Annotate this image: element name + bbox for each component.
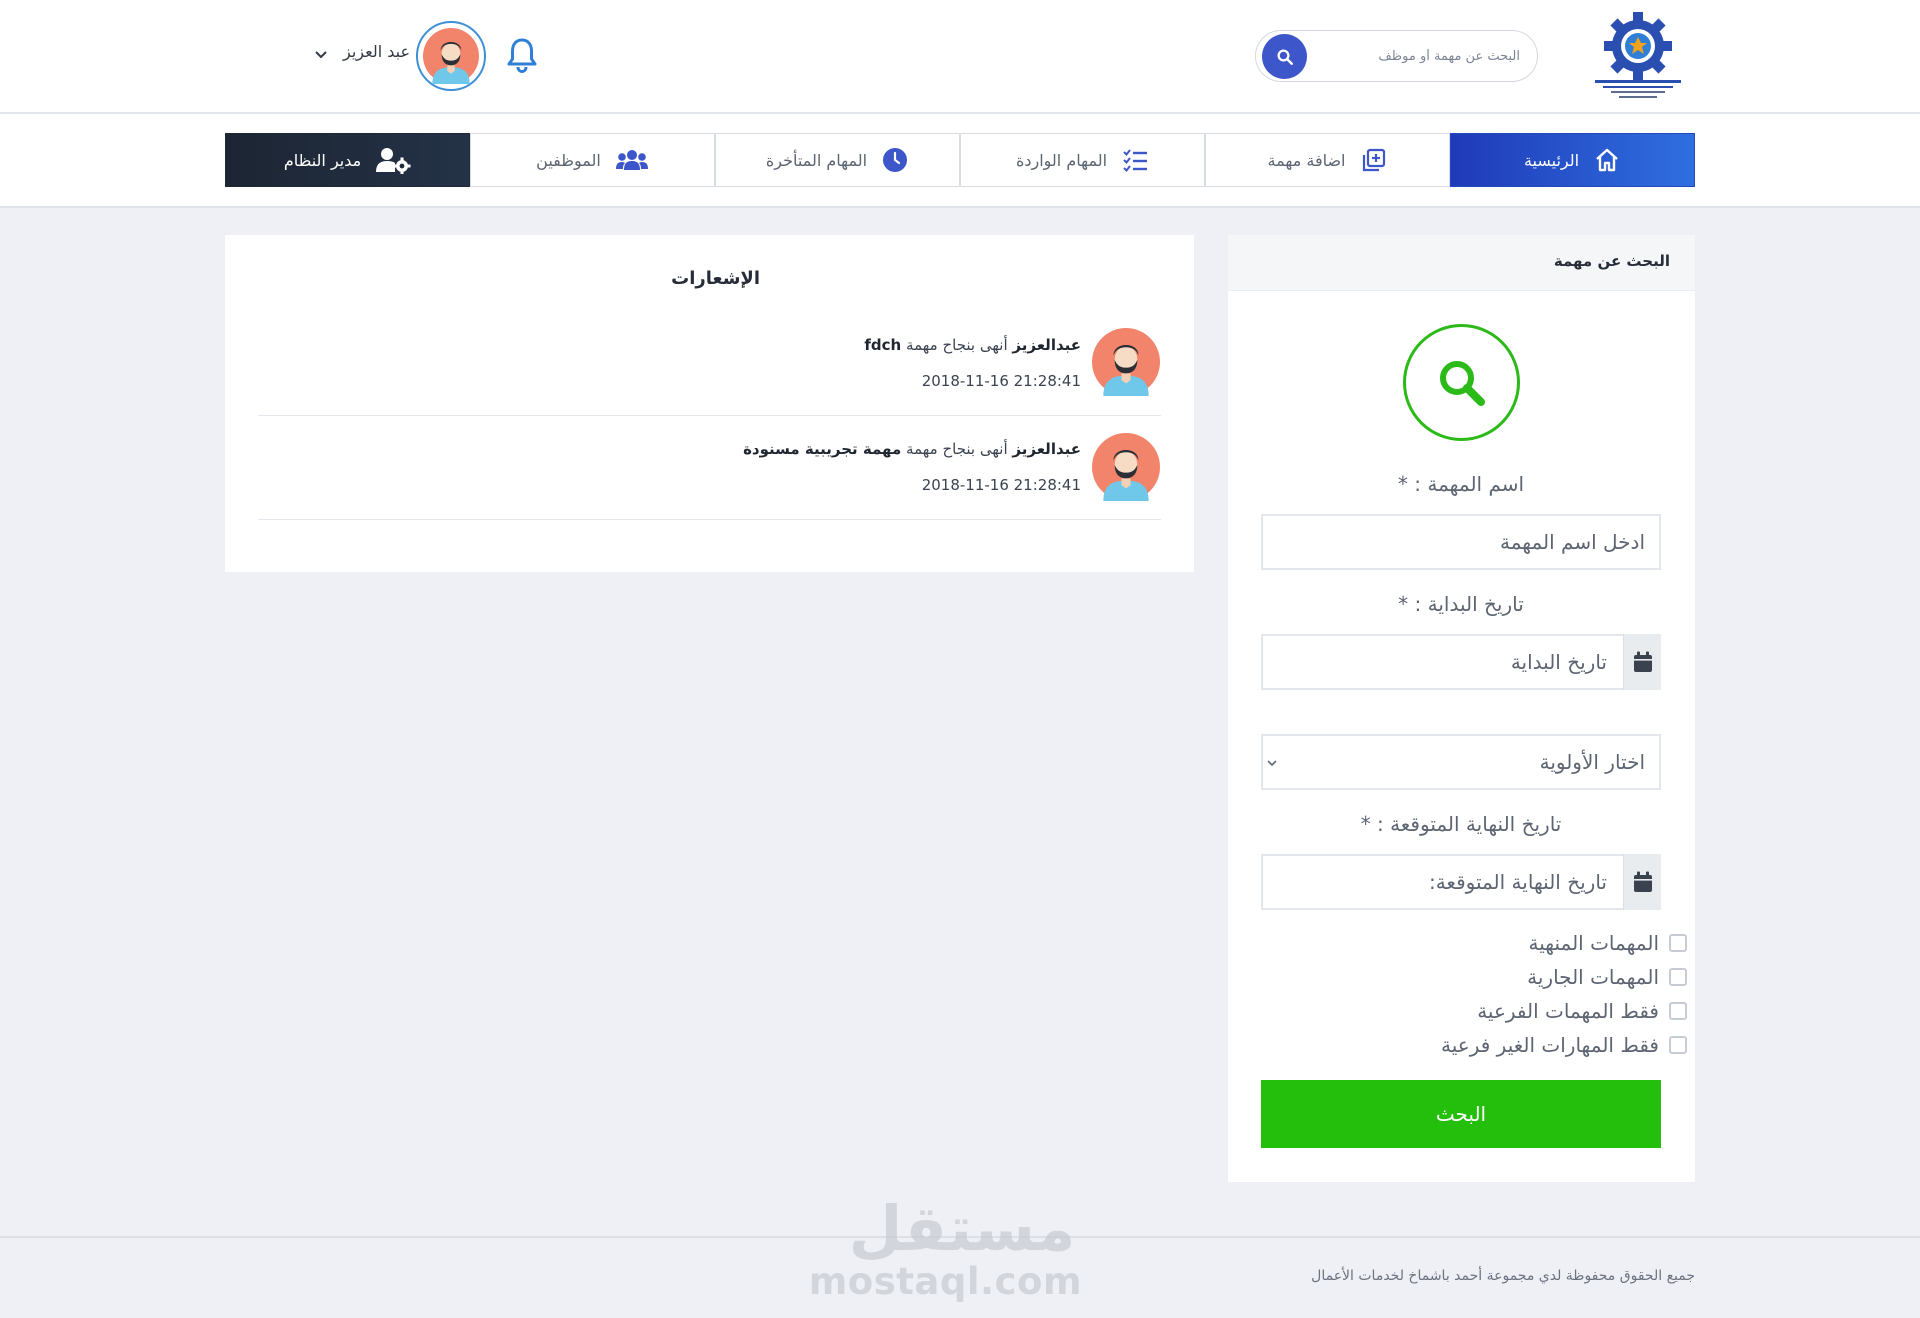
global-search-input[interactable]: [1310, 37, 1520, 75]
tab-system-admin-label: مدير النظام: [283, 150, 362, 170]
tab-incoming-tasks-label: المهام الواردة: [1015, 150, 1108, 170]
avatar: [1092, 328, 1160, 396]
user-avatar[interactable]: [416, 21, 486, 91]
notification-action: أنهى بنجاح مهمة: [906, 336, 1008, 354]
tab-employees-label: الموظفين: [536, 150, 601, 170]
add-square-icon: [1362, 148, 1385, 172]
checkbox-label: فقط المهمات الفرعية: [1477, 999, 1659, 1023]
watermark-arabic: مستقل: [848, 1192, 1076, 1265]
tab-employees[interactable]: الموظفين: [470, 133, 715, 187]
user-cog-icon: [376, 148, 411, 174]
bell-icon: [507, 38, 537, 74]
calendar-icon: [1633, 651, 1652, 672]
checkbox[interactable]: [1669, 1002, 1687, 1020]
notifications-title: الإشعارات: [671, 268, 760, 289]
avatar: [1092, 433, 1160, 501]
footer-copyright: جميع الحقوق محفوظة لدي مجموعة أحمد باشما…: [1311, 1268, 1695, 1284]
end-date-input[interactable]: [1261, 854, 1661, 910]
notification-action: أنهى بنجاح مهمة: [906, 440, 1008, 458]
notification-text: عبدالعزيز أنهى بنجاح مهمة مهمة تجريبية م…: [743, 440, 1081, 458]
task-search-title: البحث عن مهمة: [1553, 252, 1670, 270]
checkbox-running-tasks[interactable]: المهمات الجارية: [1527, 965, 1687, 989]
checklist-icon: [1123, 149, 1148, 173]
tab-system-admin[interactable]: مدير النظام: [225, 133, 470, 187]
checkbox[interactable]: [1669, 1036, 1687, 1054]
tab-add-task[interactable]: اضافة مهمة: [1205, 133, 1450, 187]
notification-text: عبدالعزيز أنهى بنجاح مهمة fdch: [864, 336, 1081, 354]
start-date-label: تاريخ البداية : *: [1398, 592, 1524, 616]
notification-time: 2018-11-16 21:28:41: [921, 476, 1081, 494]
tab-add-task-label: اضافة مهمة: [1267, 150, 1346, 170]
tab-incoming-tasks[interactable]: المهام الواردة: [960, 133, 1205, 187]
checkbox[interactable]: [1669, 968, 1687, 986]
priority-select[interactable]: اختار الأولوية: [1261, 734, 1661, 790]
task-name-input[interactable]: [1261, 514, 1661, 570]
search-icon: [1439, 360, 1485, 406]
tab-late-tasks-label: المهام المتأخرة: [765, 150, 868, 170]
start-date-input[interactable]: [1261, 634, 1661, 690]
notification-time: 2018-11-16 21:28:41: [921, 372, 1081, 390]
checkbox-finished-tasks[interactable]: المهمات المنهية: [1528, 931, 1687, 955]
global-search-button[interactable]: [1262, 34, 1307, 79]
notification-item[interactable]: [258, 312, 1161, 416]
end-date-label: تاريخ النهاية المتوقعة : *: [1360, 812, 1562, 836]
notification-actor: عبدالعزيز: [1012, 336, 1081, 354]
start-date-calendar-button[interactable]: [1623, 634, 1661, 690]
priority-select-value: اختار الأولوية: [1539, 750, 1645, 774]
tab-late-tasks[interactable]: المهام المتأخرة: [715, 133, 960, 187]
chevron-down-icon: [1267, 760, 1277, 767]
tab-home-label: الرئيسية: [1523, 150, 1580, 170]
clock-icon: [883, 148, 908, 172]
notification-item[interactable]: [258, 416, 1161, 520]
calendar-icon: [1633, 871, 1652, 892]
users-icon: [615, 150, 648, 170]
watermark-latin: mostaql.com: [808, 1260, 1082, 1303]
search-submit-button[interactable]: البحث: [1261, 1080, 1661, 1148]
company-logo[interactable]: [1585, 12, 1691, 102]
home-icon: [1596, 148, 1618, 172]
end-date-calendar-button[interactable]: [1623, 854, 1661, 910]
checkbox-subtasks-only[interactable]: فقط المهمات الفرعية: [1477, 999, 1687, 1023]
notification-task[interactable]: fdch: [864, 336, 901, 354]
tab-home[interactable]: الرئيسية: [1450, 133, 1695, 187]
notifications-bell[interactable]: [506, 36, 538, 74]
checkbox-label: المهمات الجارية: [1527, 965, 1659, 989]
watermark: مستقل mostaql.com: [808, 1192, 1082, 1303]
chevron-down-icon[interactable]: [314, 50, 328, 60]
notification-actor: عبدالعزيز: [1012, 440, 1081, 458]
search-icon: [1277, 49, 1293, 65]
checkbox-label: فقط المهارات الغير فرعية: [1441, 1033, 1659, 1057]
search-illustration: [1403, 324, 1520, 441]
notification-task[interactable]: مهمة تجريبية مسنودة: [743, 440, 901, 458]
checkbox[interactable]: [1669, 934, 1687, 952]
user-name[interactable]: عبد العزيز: [340, 42, 410, 61]
task-name-label: اسم المهمة : *: [1397, 472, 1525, 496]
checkbox-non-subtasks-only[interactable]: فقط المهارات الغير فرعية: [1441, 1033, 1687, 1057]
checkbox-label: المهمات المنهية: [1528, 931, 1660, 955]
